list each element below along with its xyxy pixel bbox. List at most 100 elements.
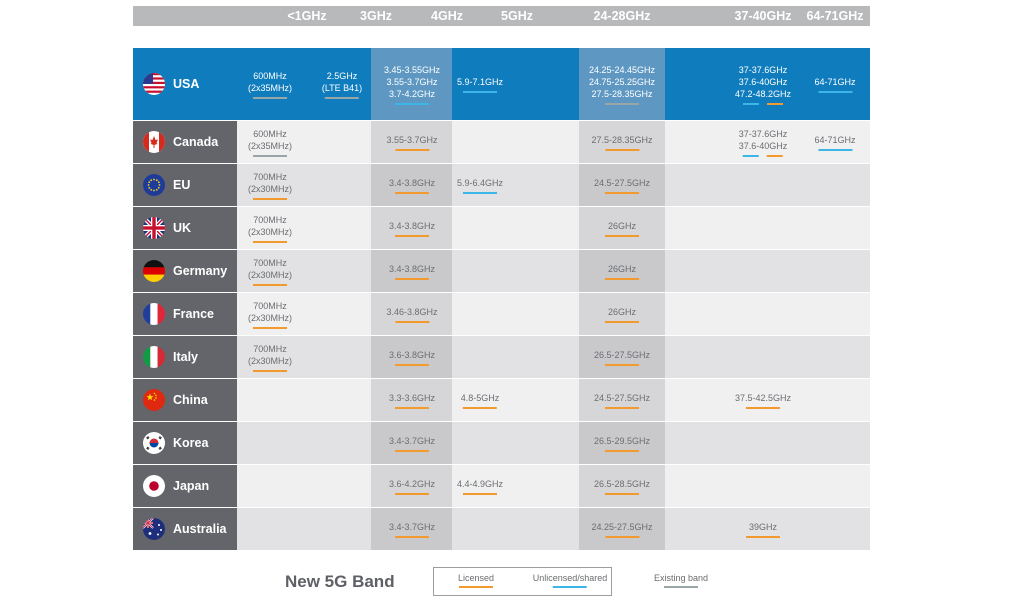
- band-underline: [252, 198, 287, 200]
- country-name: China: [173, 393, 208, 407]
- band-label: 3.4-3.8GHz: [388, 178, 436, 188]
- band-column-shade: [237, 422, 371, 464]
- band-label: 24.25-27.5GHz: [591, 522, 653, 532]
- band-entry-ghz5: 5.9-6.4GHz: [457, 177, 503, 194]
- band-label: 3.4-3.7GHz: [388, 436, 436, 446]
- country-name: EU: [173, 178, 191, 192]
- band-entry-ghz4: 3.45-3.55GHz 3.55-3.7GHz 3.7-4.2GHz: [384, 64, 440, 105]
- band-column-shade: [452, 250, 579, 292]
- band-underline: [604, 103, 639, 105]
- row-italy: Italy 700MHz (2x30MHz) 3.6-3.8GHz 26.5-27.5G…: [133, 336, 870, 379]
- country-cell: EU: [133, 164, 237, 206]
- band-label: 3.4-3.8GHz: [388, 264, 436, 274]
- band-entry-ghz4: 3.4-3.8GHz: [389, 263, 435, 280]
- band-entry-mm71: 64-71GHz: [814, 76, 856, 93]
- eu-flag-icon: [143, 174, 165, 196]
- band-label: 3.46-3.8GHz: [386, 307, 438, 317]
- country-cell: Japan: [133, 465, 237, 507]
- band-entry-mm28: 26.5-27.5GHz: [594, 349, 650, 366]
- band-underline: [605, 450, 639, 452]
- band-underline: [605, 278, 639, 280]
- band-underline: [605, 364, 639, 366]
- band-label: 4.8-5GHz: [460, 393, 500, 403]
- band-underline: [252, 155, 287, 157]
- band-label: 700MHz (2x30MHz): [247, 215, 293, 237]
- band-underline: [605, 321, 639, 323]
- band-label: 700MHz (2x30MHz): [247, 258, 293, 280]
- band-underline: [767, 103, 783, 105]
- band-entry-ghz4: 3.4-3.7GHz: [389, 521, 435, 538]
- band-underline: [818, 149, 852, 151]
- band-underline: [395, 192, 429, 194]
- band-underline: [605, 235, 639, 237]
- band-column-shade: [665, 164, 870, 206]
- band-label: 3.3-3.6GHz: [388, 393, 436, 403]
- country-cell: Canada: [133, 121, 237, 163]
- band-underline: [743, 155, 759, 157]
- legend-existing: Existing band: [654, 573, 708, 588]
- band-entry-sub1: 700MHz (2x30MHz): [248, 171, 292, 200]
- legend-unlicensed: Unlicensed/shared: [533, 573, 607, 588]
- country-name: Korea: [173, 436, 209, 450]
- row-france: France 700MHz (2x30MHz) 3.46-3.8GHz 26GHz: [133, 293, 870, 336]
- band-entry-sub1: 600MHz (2x35MHz): [248, 128, 292, 157]
- band-entry-mm40: 37.5-42.5GHz: [735, 392, 791, 409]
- korea-flag-icon: [143, 432, 165, 454]
- country-cell: Korea: [133, 422, 237, 464]
- band-entry-mm28: 26GHz: [605, 220, 639, 237]
- band-underline: [462, 407, 497, 409]
- row-korea: Korea 3.4-3.7GHz 26.5-29.5GHz: [133, 422, 870, 465]
- band-header-3ghz: 3GHz: [360, 9, 392, 23]
- legend-box: Licensed Unlicensed/shared: [433, 567, 612, 596]
- country-name: USA: [173, 77, 200, 91]
- band-column-shade: [665, 250, 870, 292]
- band-underline: [746, 407, 780, 409]
- country-cell: Italy: [133, 336, 237, 378]
- band-label: 26.5-28.5GHz: [593, 479, 651, 489]
- band-underline: [605, 192, 639, 194]
- band-label: 3.6-3.8GHz: [388, 350, 436, 360]
- band-label: 64-71GHz: [814, 77, 856, 87]
- band-underline: [463, 192, 497, 194]
- country-cell: Australia: [133, 508, 237, 550]
- row-china: China 3.3-3.6GHz 4.8-5GHz 24.5-27.5GHz 37.5-…: [133, 379, 870, 422]
- band-underline: [395, 321, 429, 323]
- band-entry-mm40: 39GHz: [746, 521, 780, 538]
- band-label: 2.5GHz (LTE B41): [321, 71, 363, 93]
- band-underline: [252, 97, 287, 99]
- band-label: 24.25-24.45GHz 24.75-25.25GHz 27.5-28.35GH…: [588, 65, 656, 99]
- band-underline: [605, 407, 639, 409]
- band-entry-sub1: 700MHz (2x30MHz): [248, 214, 292, 243]
- band-entry-ghz4: 3.4-3.8GHz: [389, 177, 435, 194]
- band-label: 39GHz: [748, 522, 777, 532]
- band-label: 37-37.6GHz 37.6-40GHz: [738, 129, 788, 151]
- band-entry-ghz5: 4.4-4.9GHz: [457, 478, 503, 495]
- band-label: 26GHz: [607, 264, 636, 274]
- band-underline: [818, 91, 852, 93]
- band-underline: [463, 91, 497, 93]
- australia-flag-icon: [143, 518, 165, 540]
- usa-flag-icon: [143, 73, 165, 95]
- band-entry-mm28: 26.5-28.5GHz: [594, 478, 650, 495]
- italy-flag-icon: [143, 346, 165, 368]
- row-eu: EU 700MHz (2x30MHz) 3.4-3.8GHz 5.9-6.4GHz 24.…: [133, 164, 870, 207]
- band-entry-mm28: 26GHz: [605, 263, 639, 280]
- country-name: Canada: [173, 135, 219, 149]
- band-label: 4.4-4.9GHz: [456, 479, 504, 489]
- band-entry-mm40: 37-37.6GHz 37.6-40GHz 47.2-48.2GHz: [735, 64, 791, 105]
- band-label: 37-37.6GHz 37.6-40GHz 47.2-48.2GHz: [734, 65, 792, 99]
- band-label: 5.9-6.4GHz: [456, 178, 504, 188]
- row-canada: Canada 600MHz (2x35MHz) 3.55-3.7GHz 27.5-28.…: [133, 121, 870, 164]
- band-underline: [395, 450, 429, 452]
- band-entry-ghz3: 2.5GHz (LTE B41): [322, 70, 362, 99]
- band-underline: [395, 407, 429, 409]
- band-label: 700MHz (2x30MHz): [247, 172, 293, 194]
- band-entry-ghz4: 3.4-3.8GHz: [389, 220, 435, 237]
- band-underline: [395, 235, 429, 237]
- band-header-sub1ghz: <1GHz: [287, 9, 327, 23]
- band-label: 600MHz (2x35MHz): [247, 129, 293, 151]
- legend-title: New 5G Band: [285, 572, 395, 591]
- band-underline: [395, 536, 429, 538]
- japan-flag-icon: [143, 475, 165, 497]
- band-underline-pair: [739, 155, 788, 157]
